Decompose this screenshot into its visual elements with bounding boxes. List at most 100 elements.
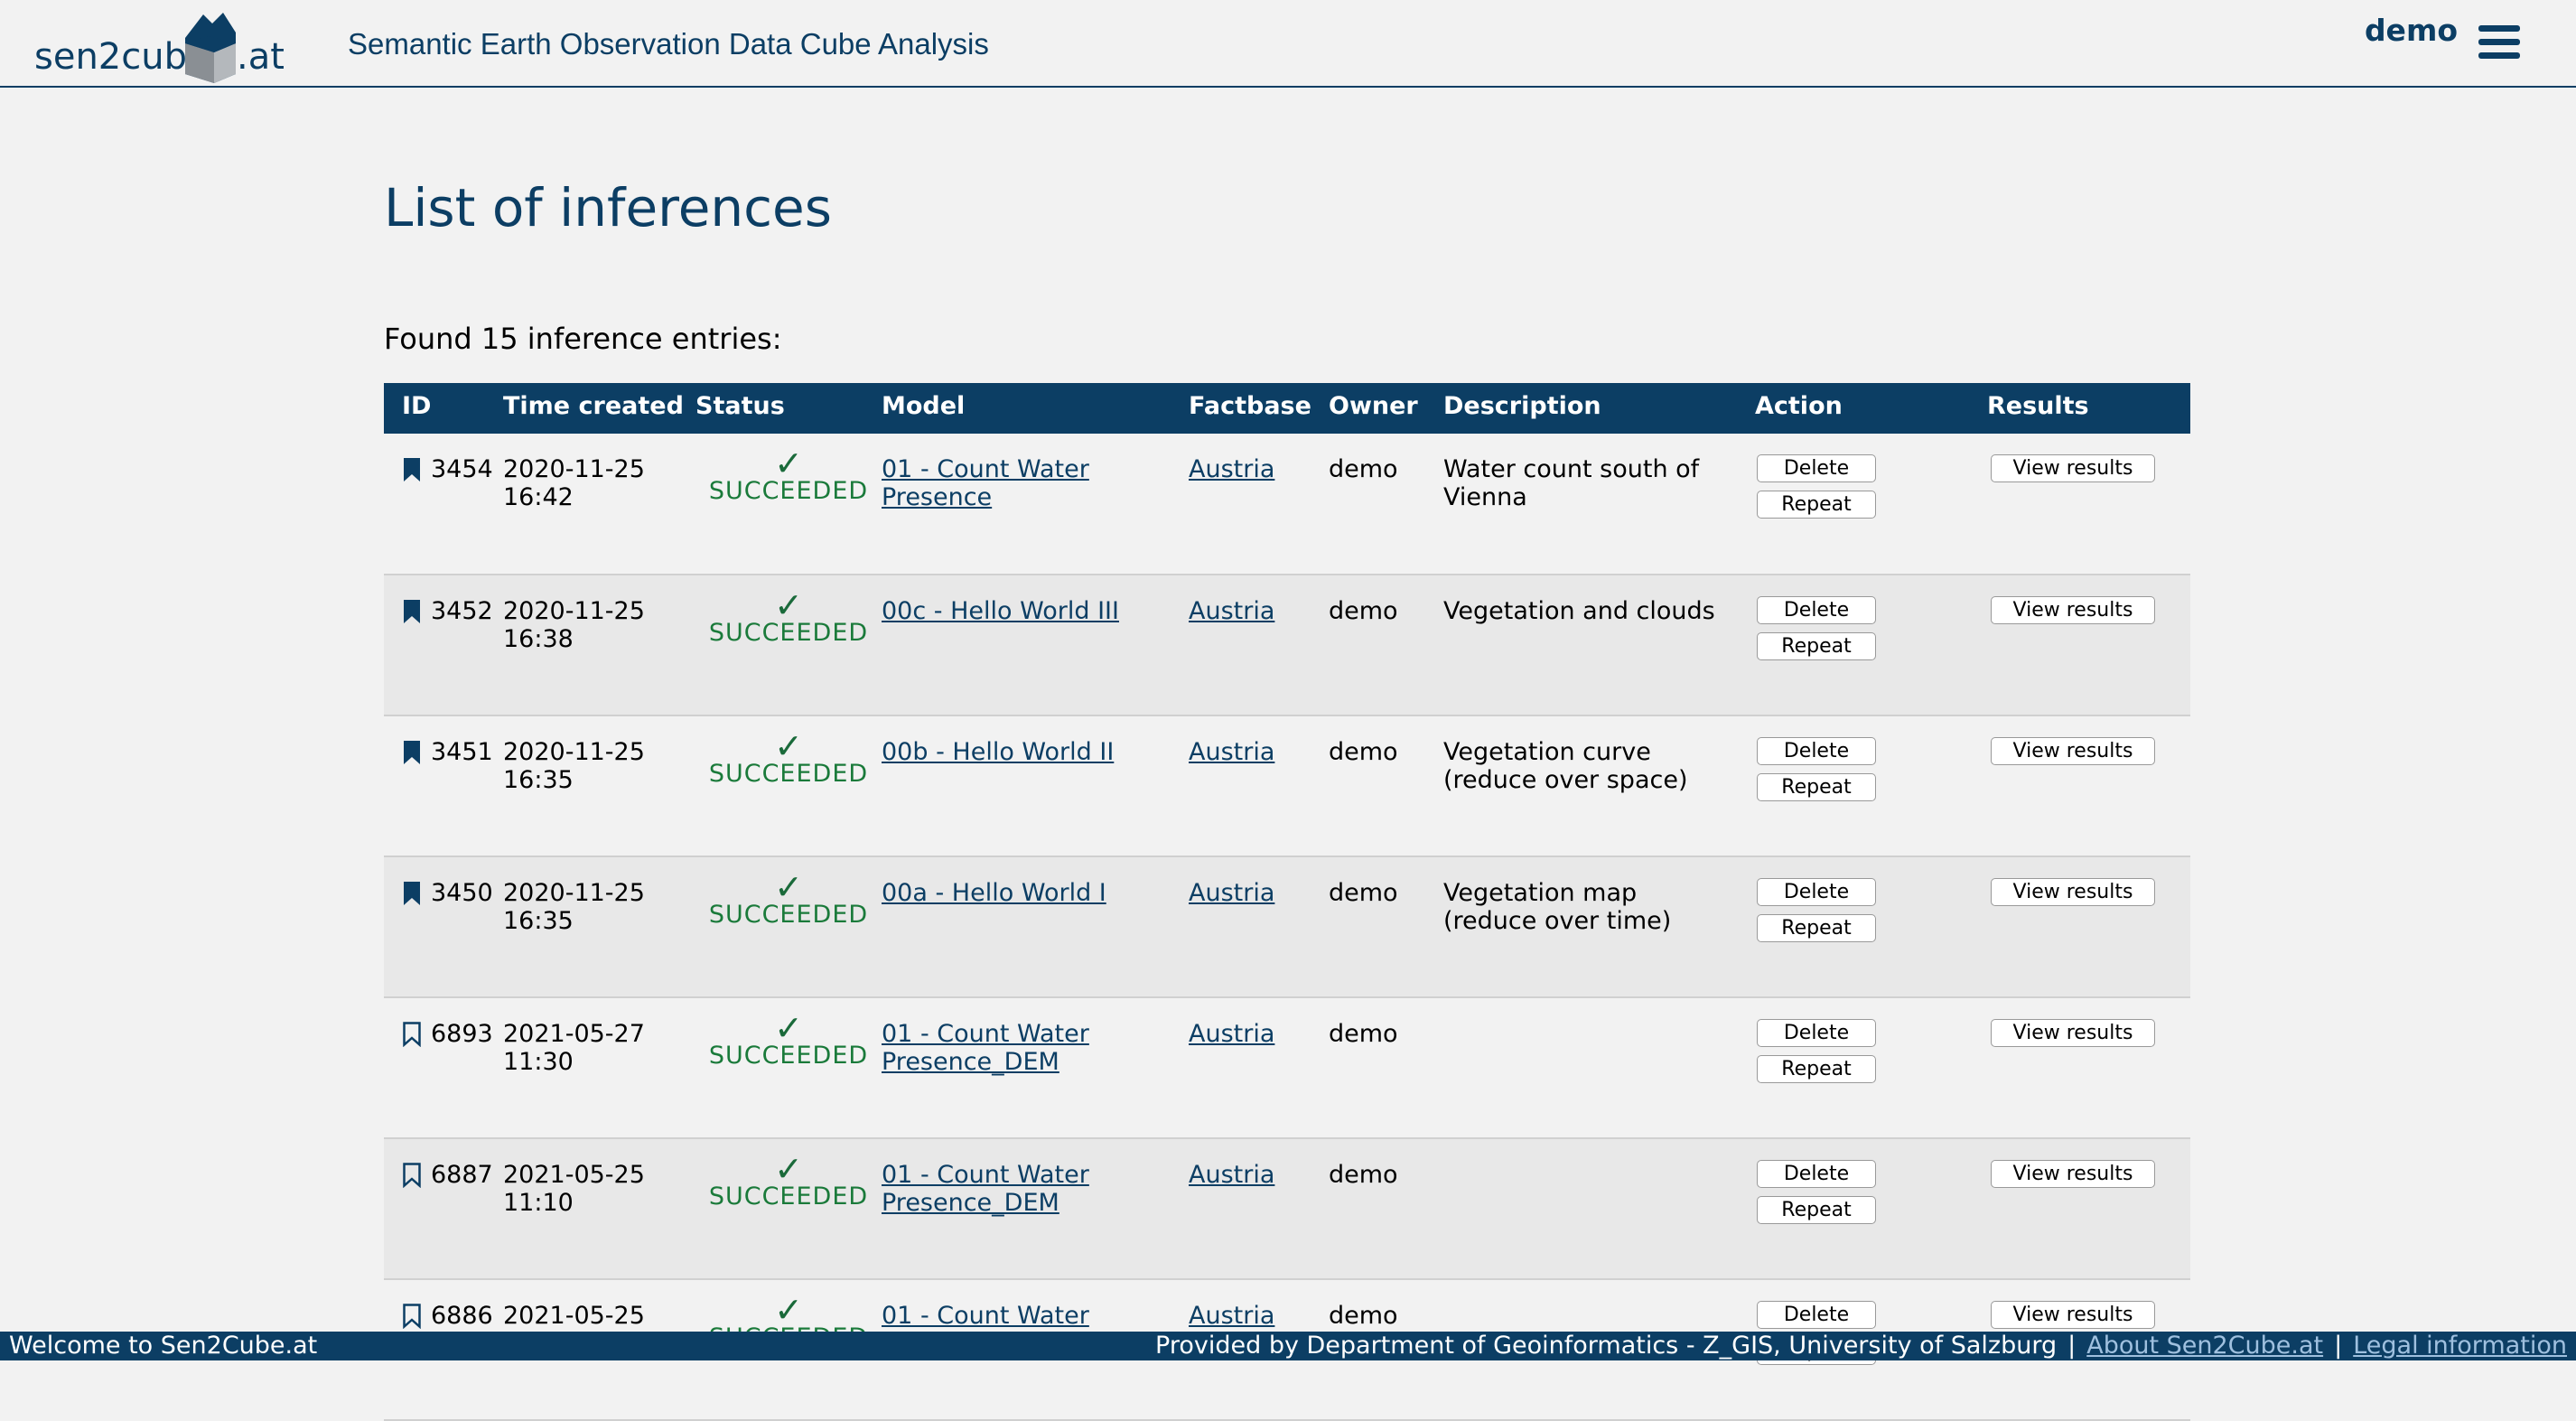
delete-button[interactable]: Delete [1757, 1301, 1876, 1329]
table-header-row: ID Time created Status Model Factbase Owner De… [384, 383, 2190, 434]
repeat-button[interactable]: Repeat [1757, 1055, 1876, 1083]
delete-button[interactable]: Delete [1757, 454, 1876, 482]
cell-time: 2021-05-27 11:30 [503, 997, 695, 1138]
user-name[interactable]: demo [2365, 13, 2458, 48]
view-results-button[interactable]: View results [1991, 454, 2155, 482]
cell-time: 2020-11-25 16:35 [503, 856, 695, 997]
cell-id: 3450 [384, 856, 503, 997]
status-text: SUCCEEDED [708, 901, 869, 929]
footer-links: Provided by Department of Geoinformatics… [1155, 1332, 2567, 1360]
cell-action: Delete Repeat [1755, 715, 1987, 856]
time-date: 2020-11-25 [503, 455, 645, 483]
footer-separator: | [2067, 1332, 2077, 1360]
cell-id: 6887 [384, 1138, 503, 1279]
repeat-button[interactable]: Repeat [1757, 773, 1876, 801]
model-link[interactable]: 01 - Count Water Presence [882, 455, 1089, 511]
column-header-id: ID [402, 392, 432, 420]
delete-button[interactable]: Delete [1757, 596, 1876, 624]
model-link[interactable]: 00c - Hello World III [882, 597, 1119, 625]
column-header-results: Results [1987, 392, 2089, 420]
bookmark-filled-icon[interactable] [402, 457, 422, 489]
cell-model: 01 - Count Water Presence [882, 434, 1189, 575]
about-link[interactable]: About Sen2Cube.at [2086, 1332, 2323, 1360]
view-results-button[interactable]: View results [1991, 737, 2155, 765]
model-link[interactable]: 01 - Count Water Presence_DEM [882, 1161, 1089, 1217]
view-results-button[interactable]: View results [1991, 1019, 2155, 1047]
column-header-status: Status [695, 392, 785, 420]
view-results-button[interactable]: View results [1991, 1301, 2155, 1329]
inference-table: ID Time created Status Model Factbase Owner De… [384, 383, 2190, 1421]
cell-id: 6893 [384, 997, 503, 1138]
cell-action: Delete Repeat [1755, 997, 1987, 1138]
repeat-button[interactable]: Repeat [1757, 632, 1876, 660]
legal-link[interactable]: Legal information [2353, 1332, 2567, 1360]
bookmark-outline-icon[interactable] [402, 1163, 422, 1194]
table-row: 6887 2021-05-25 11:10 ✓ SUCCEEDED 01 - C… [384, 1138, 2190, 1279]
bookmark-filled-icon[interactable] [402, 740, 422, 771]
factbase-link[interactable]: Austria [1189, 455, 1274, 483]
column-header-time-created: Time created [503, 392, 684, 420]
footer-welcome: Welcome to Sen2Cube.at [9, 1332, 318, 1360]
view-results-button[interactable]: View results [1991, 1160, 2155, 1188]
delete-button[interactable]: Delete [1757, 878, 1876, 906]
status-text: SUCCEEDED [708, 760, 869, 788]
table-row: 3451 2020-11-25 16:35 ✓ SUCCEEDED 00b - … [384, 715, 2190, 856]
repeat-button[interactable]: Repeat [1757, 491, 1876, 519]
checkmark-icon: ✓ [774, 585, 803, 625]
inference-table-container: ID Time created Status Model Factbase Owner De… [384, 383, 2190, 1421]
bookmark-filled-icon[interactable] [402, 881, 422, 912]
time-clock: 16:35 [503, 766, 574, 794]
table-body: 3454 2020-11-25 16:42 ✓ SUCCEEDED 01 - C… [384, 434, 2190, 1420]
factbase-link[interactable]: Austria [1189, 1161, 1274, 1189]
view-results-button[interactable]: View results [1991, 878, 2155, 906]
delete-button[interactable]: Delete [1757, 1019, 1876, 1047]
factbase-link[interactable]: Austria [1189, 597, 1274, 625]
cell-id: 3451 [384, 715, 503, 856]
bookmark-filled-icon[interactable] [402, 599, 422, 631]
time-clock: 16:35 [503, 907, 574, 935]
time-clock: 16:38 [503, 625, 574, 653]
model-link[interactable]: 00a - Hello World I [882, 879, 1106, 907]
delete-button[interactable]: Delete [1757, 737, 1876, 765]
inference-id: 6893 [431, 1020, 493, 1048]
factbase-link[interactable]: Austria [1189, 879, 1274, 907]
cell-owner: demo [1329, 455, 1398, 483]
model-link[interactable]: 01 - Count Water [882, 1302, 1089, 1330]
time-date: 2021-05-25 [503, 1161, 645, 1189]
cell-action: Delete Repeat [1755, 1138, 1987, 1279]
cell-factbase: Austria [1189, 575, 1329, 715]
bookmark-outline-icon[interactable] [402, 1022, 422, 1053]
cell-id: 3454 [384, 434, 503, 575]
cell-model: 00c - Hello World III [882, 575, 1189, 715]
cell-model: 00a - Hello World I [882, 856, 1189, 997]
cell-factbase: Austria [1189, 1138, 1329, 1279]
column-header-owner: Owner [1329, 392, 1418, 420]
view-results-button[interactable]: View results [1991, 596, 2155, 624]
cell-results: View results [1987, 1138, 2190, 1279]
model-link[interactable]: 01 - Count Water Presence_DEM [882, 1020, 1089, 1076]
cell-results: View results [1987, 997, 2190, 1138]
cell-status: ✓ SUCCEEDED [695, 715, 882, 856]
cell-time: 2021-05-25 11:10 [503, 1138, 695, 1279]
factbase-link[interactable]: Austria [1189, 738, 1274, 766]
bookmark-outline-icon[interactable] [402, 1304, 422, 1335]
cell-action: Delete Repeat [1755, 856, 1987, 997]
status-text: SUCCEEDED [708, 477, 869, 505]
repeat-button[interactable]: Repeat [1757, 1196, 1876, 1224]
footer-provider: Provided by Department of Geoinformatics… [1155, 1332, 2058, 1360]
cell-status: ✓ SUCCEEDED [695, 997, 882, 1138]
hamburger-menu-icon[interactable] [2478, 25, 2520, 61]
cell-results: View results [1987, 575, 2190, 715]
model-link[interactable]: 00b - Hello World II [882, 738, 1114, 766]
factbase-link[interactable]: Austria [1189, 1302, 1274, 1330]
cell-owner: demo [1329, 1161, 1398, 1189]
repeat-button[interactable]: Repeat [1757, 914, 1876, 942]
status-text: SUCCEEDED [708, 619, 869, 647]
factbase-link[interactable]: Austria [1189, 1020, 1274, 1048]
delete-button[interactable]: Delete [1757, 1160, 1876, 1188]
cell-owner: demo [1329, 738, 1398, 766]
found-count-text: Found 15 inference entries: [384, 322, 782, 356]
checkmark-icon: ✓ [774, 867, 803, 907]
cell-owner: demo [1329, 879, 1398, 907]
cell-description [1443, 1138, 1755, 1279]
